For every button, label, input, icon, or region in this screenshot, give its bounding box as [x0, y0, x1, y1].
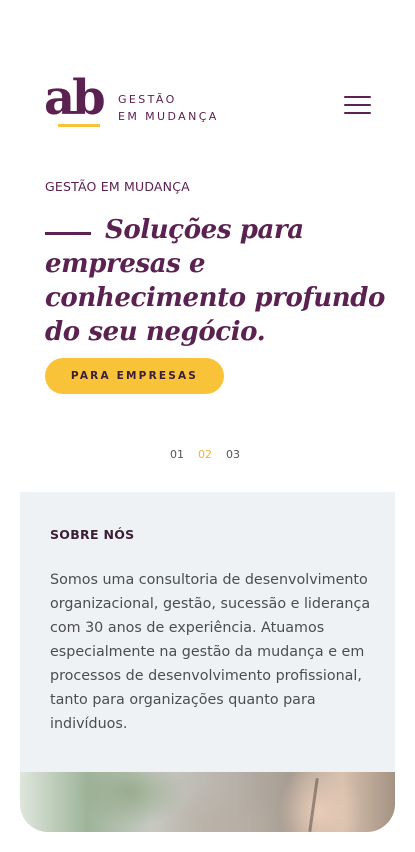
- logo-mark: ab: [44, 70, 106, 130]
- hamburger-menu-icon[interactable]: [344, 95, 372, 117]
- hero-title-text: Soluções para empresas e conhecimento pr…: [45, 215, 385, 347]
- hero-eyebrow: GESTÃO EM MUDANÇA: [45, 179, 190, 194]
- hero-title-dash: [45, 231, 91, 235]
- slide-indicator-02[interactable]: 02: [198, 448, 212, 461]
- logo-wordmark-line2: EM MUDANÇA: [118, 110, 219, 123]
- menu-bar: [344, 104, 371, 106]
- slider-pagination: 01 02 03: [170, 448, 240, 461]
- logo-underline: [58, 124, 100, 127]
- site-header: ab GESTÃO EM MUDANÇA: [0, 0, 415, 150]
- menu-bar: [344, 112, 371, 114]
- logo-monogram: ab: [44, 70, 106, 126]
- para-empresas-button[interactable]: PARA EMPRESAS: [45, 358, 224, 394]
- slide-indicator-03[interactable]: 03: [226, 448, 240, 461]
- slide-indicator-01[interactable]: 01: [170, 448, 184, 461]
- hero-title: Soluções para empresas e conhecimento pr…: [45, 213, 385, 349]
- logo-wordmark-line1: GESTÃO: [118, 93, 177, 106]
- logo-wordmark: GESTÃO EM MUDANÇA: [118, 91, 219, 125]
- menu-bar: [344, 96, 371, 98]
- about-section: SOBRE NÓS Somos uma consultoria de desen…: [20, 492, 395, 774]
- about-title: SOBRE NÓS: [50, 527, 135, 542]
- about-text: Somos uma consultoria de desenvolvimento…: [50, 572, 371, 732]
- site-logo[interactable]: ab GESTÃO EM MUDANÇA: [44, 70, 219, 130]
- about-photo: [20, 772, 395, 832]
